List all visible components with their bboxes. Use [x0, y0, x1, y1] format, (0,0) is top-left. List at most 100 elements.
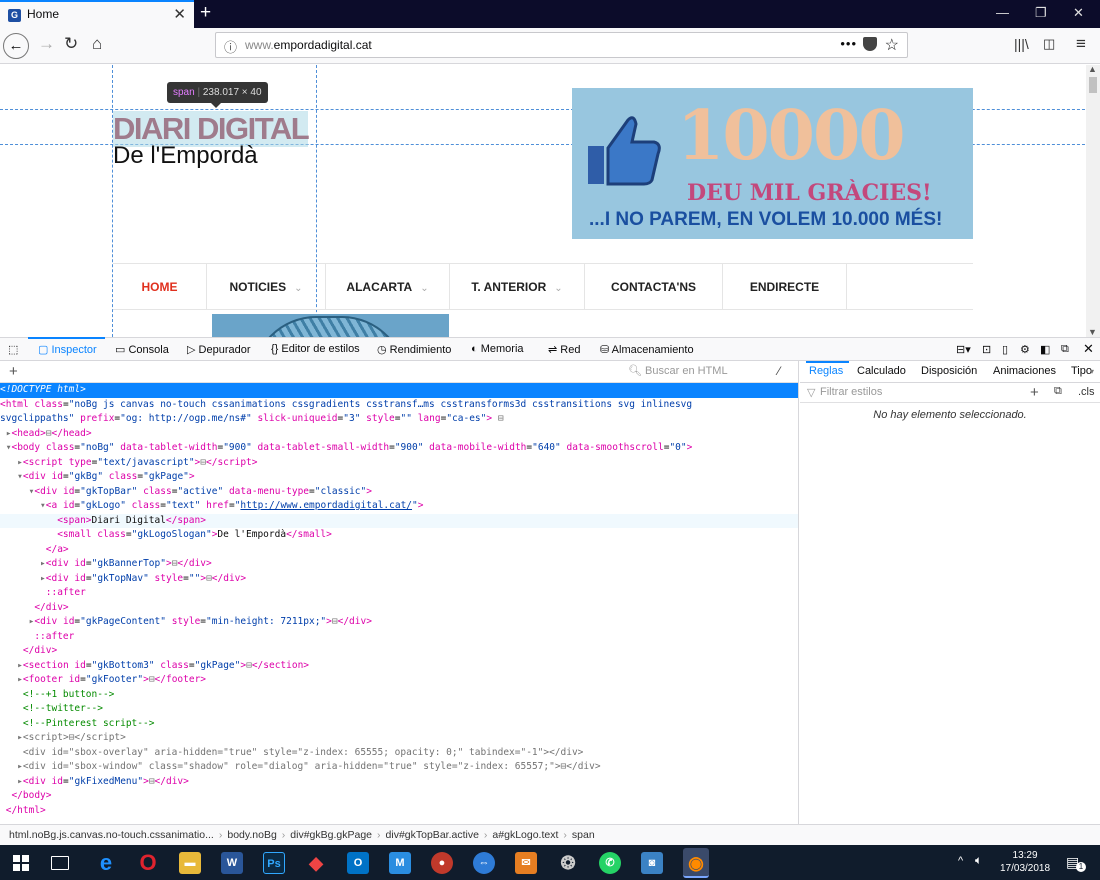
top-banner[interactable]: 10000 DEU MIL GRÀCIES! ...I NO PAREM, EN… [572, 88, 973, 239]
back-icon[interactable]: ← [3, 33, 29, 59]
sidebar-icon[interactable]: ◫ [1043, 36, 1055, 52]
markup-line[interactable]: ::after [0, 630, 798, 645]
markup-line[interactable]: ▸<script type="text/javascript">⊟</scrip… [0, 456, 798, 471]
system-clock[interactable]: 13:29 17/03/2018 [1000, 849, 1050, 875]
markup-line[interactable]: <!--twitter--> [0, 702, 798, 717]
settings-gear-icon[interactable]: ⚙ [1020, 343, 1030, 356]
tab-animations[interactable]: Animaciones [993, 365, 1056, 377]
tool-memory[interactable]: ◐ Memoria [471, 343, 524, 355]
minimize-icon[interactable]: — [996, 5, 1009, 20]
markup-line[interactable]: ▾<body class="noBg" data-tablet-width="9… [0, 441, 798, 456]
new-tab-icon[interactable]: + [200, 2, 211, 24]
tab-home[interactable]: G Home ✕ [0, 0, 194, 28]
site-info-icon[interactable]: ⓘ [224, 37, 237, 56]
file-explorer-icon[interactable]: ▬ [179, 852, 201, 874]
markup-line[interactable]: ▸<footer id="gkFooter">⊟</footer> [0, 673, 798, 688]
eyedropper-icon[interactable]: ⁄ [778, 364, 780, 378]
markup-line-hovered[interactable]: <span>Diari Digital</span> [0, 513, 798, 528]
photoshop-icon[interactable]: Ps [263, 852, 285, 874]
markup-line[interactable]: svgclippaths" prefix="og: http://ogp.me/… [0, 412, 798, 427]
markup-line[interactable]: ▸<head>⊟</head> [0, 427, 798, 442]
separate-window-icon[interactable]: ⧉ [1061, 343, 1069, 356]
close-devtools-icon[interactable]: ✕ [1083, 341, 1094, 357]
markup-line[interactable]: <small class="gkLogoSlogan">De l'Empordà… [0, 528, 798, 543]
breadcrumb-item[interactable]: span [572, 829, 595, 841]
cls-toggle-button[interactable]: .cls [1078, 386, 1095, 398]
nero-icon[interactable]: ● [431, 852, 453, 874]
responsive-mode-icon[interactable]: ▯ [1002, 343, 1008, 356]
tray-expand-icon[interactable]: ^ [958, 855, 963, 867]
dock-options-icon[interactable]: ⊟▾ [956, 343, 971, 356]
reload-icon[interactable]: ↻ [64, 34, 78, 54]
menu-item-endirecte[interactable]: ENDIRECTE [723, 264, 847, 310]
outlook-icon[interactable]: O [347, 852, 369, 874]
markup-line[interactable]: ▸<div id="gkBannerTop">⊟</div> [0, 557, 798, 572]
markup-line[interactable]: ▸<script>⊟</script> [0, 731, 798, 746]
firefox-icon[interactable]: ◉ [683, 848, 709, 878]
markup-line[interactable]: </body> [0, 789, 798, 804]
library-icon[interactable]: |||\ [1014, 36, 1029, 52]
close-tab-icon[interactable]: ✕ [173, 5, 186, 23]
markup-line[interactable]: ▸<section id="gkBottom3" class="gkPage">… [0, 659, 798, 674]
tool-debugger[interactable]: ▷ Depurador [187, 343, 251, 356]
menu-item-alacarta[interactable]: ALACARTA ⌄ [326, 264, 450, 310]
split-console-icon[interactable]: ⊡ [982, 343, 991, 356]
tool-inspector[interactable]: ▢ Inspector [38, 343, 97, 356]
restore-icon[interactable]: ❐ [1035, 5, 1047, 21]
markup-line[interactable]: <!--+1 button--> [0, 688, 798, 703]
toggle-pseudo-classes-icon[interactable]: ⧉ [1054, 385, 1062, 398]
markup-line[interactable]: <html class="noBg js canvas no-touch css… [0, 398, 798, 413]
search-html-input[interactable]: 🔍︎ Buscar en HTML [628, 364, 768, 380]
tool-performance[interactable]: ◷ Rendimiento [377, 343, 451, 356]
word-icon[interactable]: W [221, 852, 243, 874]
mail-icon[interactable]: ✉ [515, 852, 537, 874]
task-view-icon[interactable] [51, 856, 69, 870]
bookmark-star-icon[interactable]: ☆ [885, 35, 899, 55]
tab-layout[interactable]: Disposición [921, 365, 977, 377]
camera-icon[interactable]: ◙ [641, 852, 663, 874]
menu-item-contacta-ns[interactable]: CONTACTA'NS [585, 264, 723, 310]
markup-line[interactable]: ▾<div id="gkBg" class="gkPage"> [0, 470, 798, 485]
breadcrumb-item[interactable]: html.noBg.js.canvas.no-touch.cssanimatio… [9, 829, 214, 841]
tab-rules[interactable]: Reglas [809, 365, 843, 377]
whatsapp-icon[interactable]: ✆ [599, 852, 621, 874]
windows-start-icon[interactable] [13, 855, 29, 871]
markup-line[interactable]: ▸<div id="gkFixedMenu">⊟</div> [0, 775, 798, 790]
markup-line[interactable]: ▾<a id="gkLogo" class="text" href="http:… [0, 499, 798, 514]
app-m-icon[interactable]: M [389, 852, 411, 874]
add-rule-icon[interactable]: + [1030, 384, 1039, 401]
breadcrumb-item[interactable]: a#gkLogo.text [492, 829, 558, 841]
breadcrumb-item[interactable]: div#gkTopBar.active [386, 829, 479, 841]
markup-line[interactable]: ▾<div id="gkTopBar" class="active" data-… [0, 485, 798, 500]
markup-line[interactable]: </div> [0, 644, 798, 659]
volume-icon[interactable]: 🔈︎ [975, 853, 982, 868]
filter-styles-input[interactable]: ▽ Filtrar estilos + ⧉ .cls [800, 383, 1100, 403]
close-window-icon[interactable]: ✕ [1073, 5, 1084, 21]
tool-network[interactable]: ⇌ Red [548, 343, 580, 356]
tool-storage[interactable]: ⛁ Almacenamiento [600, 343, 694, 356]
menu-icon[interactable]: ≡ [1076, 34, 1086, 54]
home-icon[interactable]: ⌂ [92, 34, 102, 54]
markup-line[interactable]: </html> [0, 804, 798, 819]
article-image[interactable] [212, 314, 449, 337]
markup-line[interactable]: </div> [0, 601, 798, 616]
teamviewer-icon[interactable]: ⇔ [473, 852, 495, 874]
markup-line[interactable]: ▸<div id="gkPageContent" style="min-heig… [0, 615, 798, 630]
forward-icon[interactable]: → [38, 34, 55, 54]
markup-line[interactable]: </a> [0, 543, 798, 558]
edge-icon[interactable]: e [95, 852, 117, 874]
dock-side-icon[interactable]: ◧ [1040, 343, 1050, 356]
page-scrollbar[interactable]: ▲ ▼ [1086, 65, 1100, 337]
tab-computed[interactable]: Calculado [857, 365, 906, 377]
steam-icon[interactable]: ❂ [557, 852, 579, 874]
breadcrumb-item[interactable]: body.noBg [227, 829, 276, 841]
markup-line[interactable]: <!DOCTYPE html> [0, 383, 798, 398]
tool-console[interactable]: ▭ Consola [115, 343, 169, 356]
breadcrumb-item[interactable]: div#gkBg.gkPage [290, 829, 372, 841]
pocket-icon[interactable] [863, 37, 877, 51]
tool-style-editor[interactable]: {} Editor de estilos [271, 343, 360, 355]
tabs-overflow-icon[interactable]: ▾ [1090, 367, 1094, 376]
page-actions-icon[interactable]: ••• [840, 36, 857, 51]
markup-line[interactable]: <!--Pinterest script--> [0, 717, 798, 732]
element-picker-icon[interactable]: ⬚ [8, 343, 18, 356]
